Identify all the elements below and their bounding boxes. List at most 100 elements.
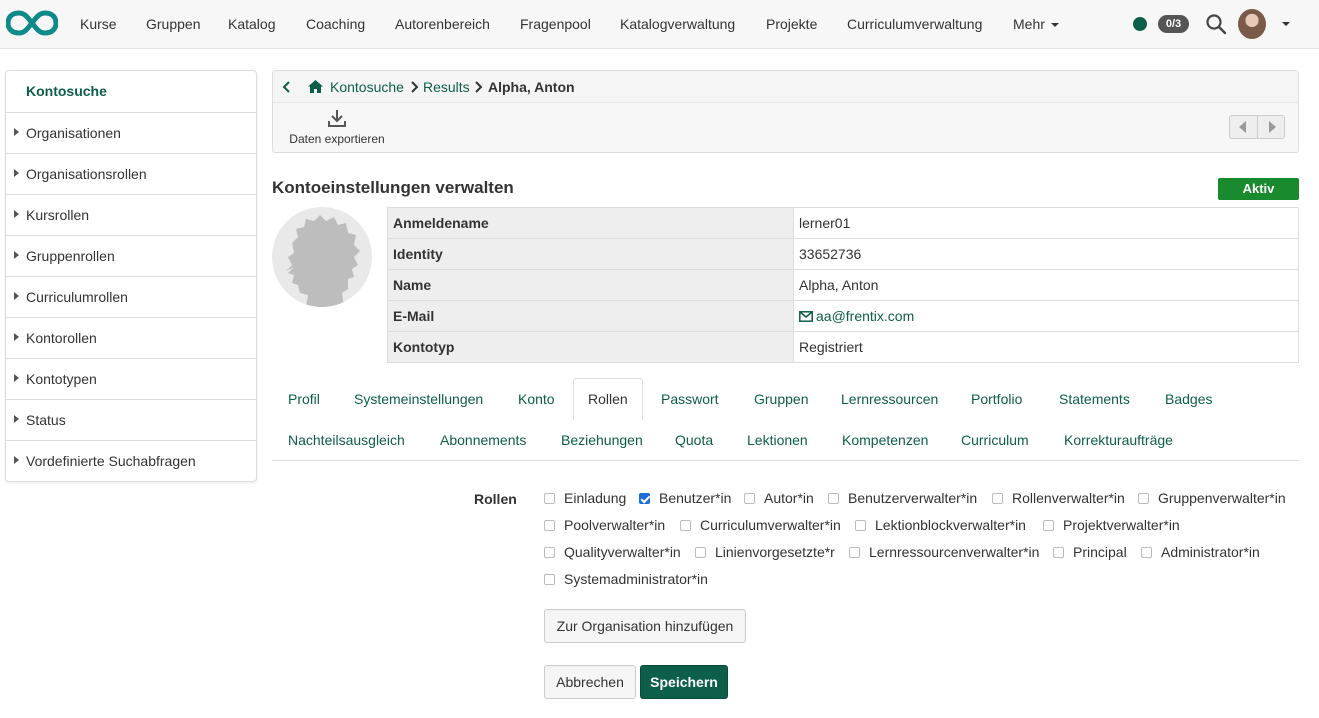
role-checkbox-qualityverwalter[interactable] (544, 547, 555, 558)
tab-abonnements[interactable]: Abonnements (440, 432, 526, 448)
next-record-button[interactable] (1258, 116, 1285, 138)
tab-portfolio[interactable]: Portfolio (971, 391, 1022, 407)
save-button[interactable]: Speichern (640, 665, 728, 699)
tab-rollen[interactable]: Rollen (588, 391, 628, 407)
role-checkbox-systemadministrator[interactable] (544, 574, 555, 585)
role-checkbox-benutzerverwalter[interactable] (828, 493, 839, 504)
role-checkbox-benutzer[interactable] (639, 493, 650, 504)
nav-mehr-dropdown[interactable]: Mehr (1013, 16, 1059, 32)
role-label: Einladung (564, 490, 627, 506)
back-chevron-icon[interactable] (281, 80, 293, 94)
export-data-button[interactable]: Daten exportieren (287, 109, 387, 149)
tab-passwort[interactable]: Passwort (661, 391, 719, 407)
sidebar-item-kontotypen[interactable]: Kontotypen (6, 358, 256, 399)
sidebar-item-label: Kontosuche (26, 83, 107, 99)
nav-mehr-label: Mehr (1013, 16, 1045, 32)
field-label: Kontotyp (387, 331, 794, 363)
chevron-down-icon[interactable] (1282, 22, 1290, 26)
cancel-button[interactable]: Abbrechen (544, 665, 636, 699)
sidebar-item-label: Vordefinierte Suchabfragen (26, 453, 196, 469)
chevron-right-icon (475, 81, 483, 93)
role-checkbox-lektionblockverwalter[interactable] (855, 520, 866, 531)
role-checkbox-administrator[interactable] (1141, 547, 1152, 558)
sidebar-item-kontosuche[interactable]: Kontosuche (6, 71, 256, 112)
email-link[interactable]: aa@frentix.com (799, 308, 914, 324)
caret-left-icon (1239, 121, 1246, 133)
nav-coaching[interactable]: Coaching (306, 16, 365, 32)
field-value: Registriert (793, 331, 1299, 363)
nav-katalogverwaltung[interactable]: Katalogverwaltung (620, 16, 735, 32)
field-value: Alpha, Anton (793, 269, 1299, 301)
nav-kurse[interactable]: Kurse (80, 16, 117, 32)
caret-right-icon (14, 415, 19, 423)
caret-right-icon (14, 292, 19, 300)
sidebar-item-suchabfragen[interactable]: Vordefinierte Suchabfragen (6, 440, 256, 481)
account-info-table: Anmeldename lerner01 Identity 33652736 N… (387, 207, 1299, 363)
tab-systemeinstellungen[interactable]: Systemeinstellungen (354, 391, 483, 407)
search-icon[interactable] (1205, 13, 1227, 35)
nav-fragenpool[interactable]: Fragenpool (520, 16, 591, 32)
sidebar-item-curriculumrollen[interactable]: Curriculumrollen (6, 276, 256, 317)
tab-lektionen[interactable]: Lektionen (747, 432, 808, 448)
table-row: Kontotyp Registriert (387, 331, 1299, 363)
role-checkbox-einladung[interactable] (544, 493, 555, 504)
add-to-organisation-button[interactable]: Zur Organisation hinzufügen (544, 609, 746, 643)
tab-badges[interactable]: Badges (1165, 391, 1212, 407)
sidebar-item-kursrollen[interactable]: Kursrollen (6, 194, 256, 235)
role-checkbox-projektverwalter[interactable] (1043, 520, 1054, 531)
tab-quota[interactable]: Quota (675, 432, 713, 448)
export-data-label: Daten exportieren (289, 132, 385, 146)
role-checkbox-gruppenverwalter[interactable] (1138, 493, 1149, 504)
previous-record-button[interactable] (1230, 116, 1257, 138)
tab-nachteilsausgleich[interactable]: Nachteilsausgleich (288, 432, 405, 448)
tab-profil[interactable]: Profil (288, 391, 320, 407)
breadcrumb-kontosuche[interactable]: Kontosuche (330, 79, 404, 95)
online-status-icon[interactable] (1133, 17, 1147, 31)
caret-right-icon (14, 374, 19, 382)
tab-gruppen[interactable]: Gruppen (754, 391, 808, 407)
role-label: Benutzer*in (659, 490, 732, 506)
role-label: Lernressourcenverwalter*in (869, 544, 1040, 560)
sidebar-item-status[interactable]: Status (6, 399, 256, 440)
tab-kompetenzen[interactable]: Kompetenzen (842, 432, 928, 448)
role-checkbox-autor[interactable] (744, 493, 755, 504)
tab-korrekturauftraege[interactable]: Korrekturaufträge (1064, 432, 1173, 448)
tab-divider (272, 460, 1299, 461)
record-pager (1229, 115, 1285, 139)
caret-right-icon (14, 210, 19, 218)
role-checkbox-rollenverwalter[interactable] (992, 493, 1003, 504)
top-navigation: Kurse Gruppen Katalog Coaching Autorenbe… (0, 0, 1319, 49)
user-avatar[interactable] (1238, 9, 1266, 39)
role-label: Autor*in (764, 490, 814, 506)
tab-lernressourcen[interactable]: Lernressourcen (841, 391, 938, 407)
field-value: lerner01 (793, 207, 1299, 239)
nav-curriculumverwaltung[interactable]: Curriculumverwaltung (847, 16, 982, 32)
role-checkbox-lernressourcenverwalter[interactable] (849, 547, 860, 558)
role-checkbox-curriculumverwalter[interactable] (680, 520, 691, 531)
notification-count-badge[interactable]: 0/3 (1158, 15, 1189, 33)
table-row: Identity 33652736 (387, 238, 1299, 270)
chevron-down-icon (1050, 23, 1059, 28)
tab-beziehungen[interactable]: Beziehungen (561, 432, 643, 448)
role-label: Poolverwalter*in (564, 517, 666, 533)
role-checkbox-linienvorgesetzte[interactable] (695, 547, 706, 558)
sidebar-item-organisationen[interactable]: Organisationen (6, 112, 256, 153)
download-icon (328, 110, 346, 127)
role-checkbox-poolverwalter[interactable] (544, 520, 555, 531)
app-logo-icon[interactable] (6, 9, 58, 37)
sidebar-item-organisationsrollen[interactable]: Organisationsrollen (6, 153, 256, 194)
home-icon[interactable] (307, 79, 324, 94)
nav-gruppen[interactable]: Gruppen (146, 16, 200, 32)
tab-statements[interactable]: Statements (1059, 391, 1130, 407)
tab-konto[interactable]: Konto (518, 391, 555, 407)
field-value: aa@frentix.com (793, 300, 1299, 332)
nav-projekte[interactable]: Projekte (766, 16, 817, 32)
sidebar-item-kontorollen[interactable]: Kontorollen (6, 317, 256, 358)
sidebar-item-gruppenrollen[interactable]: Gruppenrollen (6, 235, 256, 276)
role-checkbox-principal[interactable] (1053, 547, 1064, 558)
nav-katalog[interactable]: Katalog (228, 16, 275, 32)
breadcrumb-results[interactable]: Results (423, 79, 470, 95)
tab-curriculum[interactable]: Curriculum (961, 432, 1029, 448)
sidebar-item-label: Kursrollen (26, 207, 90, 223)
nav-autorenbereich[interactable]: Autorenbereich (395, 16, 490, 32)
